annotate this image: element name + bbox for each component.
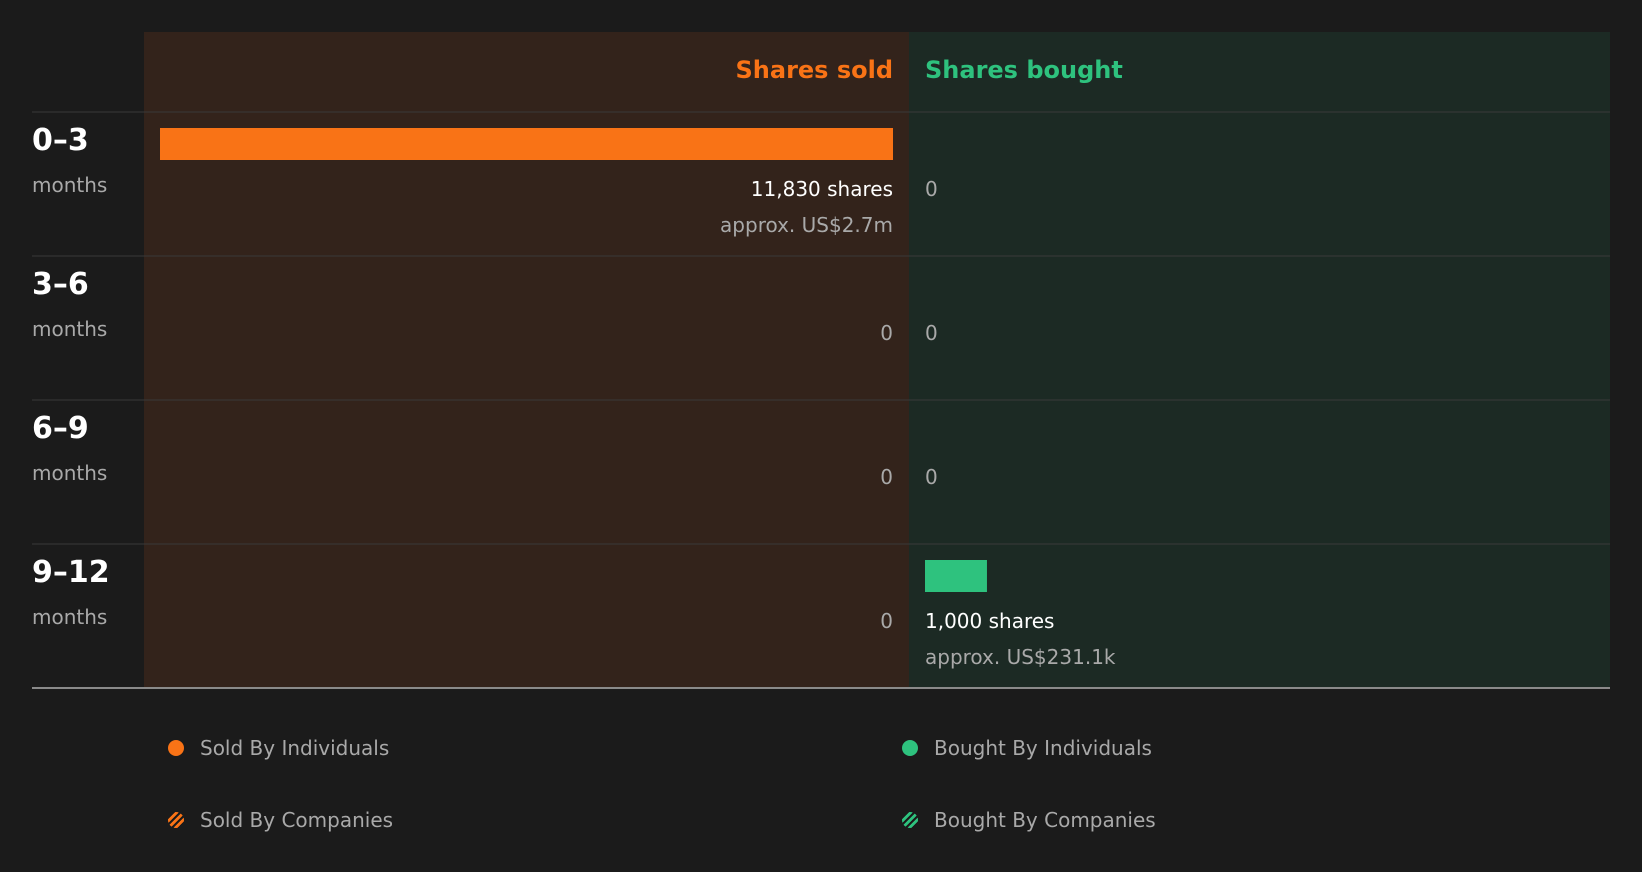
- bought-value-label: 0: [925, 177, 938, 201]
- legend-sold-individuals[interactable]: Sold By Individuals: [168, 736, 389, 760]
- category-unit-label: months: [32, 461, 107, 485]
- legend-label: Bought By Companies: [934, 808, 1156, 832]
- legend-sold-companies[interactable]: Sold By Companies: [168, 808, 393, 832]
- bought-value-label: 1,000 shares: [925, 609, 1054, 633]
- sold-value-label: 0: [880, 465, 893, 489]
- legend-label: Sold By Companies: [200, 808, 394, 832]
- bought-header: Shares bought: [925, 56, 1123, 84]
- category-unit-label: months: [32, 173, 107, 197]
- category-range-label: 3–6: [32, 267, 89, 302]
- sold-header: Shares sold: [736, 56, 894, 84]
- category-unit-label: months: [32, 317, 107, 341]
- legend-label: Sold By Individuals: [200, 736, 390, 760]
- bought-value-label: 0: [925, 321, 938, 345]
- sold-value-label: 0: [880, 609, 893, 633]
- bought-value-label: 0: [925, 465, 938, 489]
- category-range-label: 0–3: [32, 123, 89, 158]
- category-range-label: 9–12: [32, 555, 110, 590]
- legend-label: Bought By Individuals: [934, 736, 1152, 760]
- bought-bar: [925, 560, 987, 592]
- bought-panel: [909, 32, 1610, 688]
- green-striped-dot-icon: [902, 812, 918, 828]
- green-dot-icon: [902, 740, 918, 756]
- category-unit-label: months: [32, 605, 107, 629]
- sold-approx-label: approx. US$2.7m: [720, 213, 893, 237]
- chart-legend: Sold By Individuals Bought By Individual…: [0, 690, 1642, 872]
- bought-approx-label: approx. US$231.1k: [925, 645, 1116, 669]
- orange-dot-icon: [168, 740, 184, 756]
- category-range-label: 6–9: [32, 411, 89, 446]
- legend-bought-companies[interactable]: Bought By Companies: [902, 808, 1156, 832]
- orange-striped-dot-icon: [168, 812, 184, 828]
- sold-value-label: 0: [880, 321, 893, 345]
- sold-bar: [160, 128, 893, 160]
- insider-trading-chart: Shares sold Shares bought 0–3 months 11,830 …: [32, 32, 1610, 689]
- legend-bought-individuals[interactable]: Bought By Individuals: [902, 736, 1152, 760]
- sold-value-label: 11,830 shares: [751, 177, 893, 201]
